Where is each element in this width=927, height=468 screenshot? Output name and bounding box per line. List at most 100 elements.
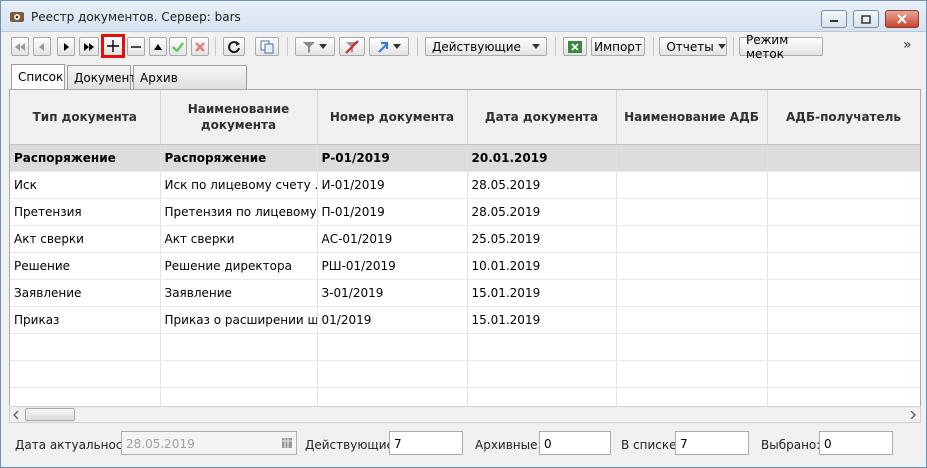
reports-menu-button[interactable]: Отчеты (659, 37, 727, 56)
table-cell: Претензия по лицевому ... (160, 198, 318, 226)
table-cell: Решение директора (160, 252, 318, 280)
tab-document[interactable]: Документ (67, 65, 136, 89)
title-bar[interactable]: Реестр документов. Сервер: bars (1, 1, 926, 32)
last-icon (84, 42, 94, 51)
checkmark-icon (172, 41, 184, 52)
status-filter-select[interactable]: Действующие (425, 37, 547, 56)
plus-icon (107, 40, 119, 52)
status-bar: Дата актуальности 28.05.2019 Действующие… (9, 429, 921, 459)
tab-document-archive[interactable]: Архив документов (133, 65, 247, 99)
table-cell (767, 306, 920, 334)
table-cell (616, 225, 768, 253)
close-icon (897, 14, 907, 24)
table-row[interactable]: Заявление Заявление З-01/2019 15.01.2019 (10, 279, 920, 307)
scroll-thumb[interactable] (25, 408, 75, 421)
column-header-adb-recipient[interactable]: АДБ-получатель (767, 90, 920, 145)
table-row[interactable]: Иск Иск по лицевому счету ... И-01/2019 … (10, 171, 920, 199)
table-cell: Иск (10, 171, 161, 199)
sort-button[interactable] (369, 37, 409, 56)
table-cell: Претензия (10, 198, 161, 226)
mark-mode-button[interactable]: Режим меток (739, 33, 823, 61)
date-actuality-value: 28.05.2019 (126, 437, 195, 451)
toolbar: Действующие Импорт Отчеты Режим меток » (7, 33, 920, 61)
table-cell: 20.01.2019 (467, 144, 617, 172)
copy-button[interactable] (255, 37, 279, 56)
filter-button[interactable] (295, 37, 335, 56)
table-cell: З-01/2019 (317, 279, 468, 307)
table-row[interactable]: Приказ Приказ о расширении шт... 01/2019… (10, 306, 920, 334)
archived-count-field: 0 (539, 431, 611, 455)
table-cell: РШ-01/2019 (317, 252, 468, 280)
previous-record-button[interactable] (33, 37, 51, 56)
cancel-button[interactable] (191, 37, 209, 56)
tab-list[interactable]: Список (11, 64, 65, 90)
minimize-icon (830, 20, 838, 22)
reports-label: Отчеты (666, 39, 714, 54)
column-header-doc-name[interactable]: Наименование документа (160, 90, 318, 145)
next-record-button[interactable] (57, 37, 75, 56)
column-header-adb-name[interactable]: Наименование АДБ (616, 90, 768, 145)
table-cell: Заявление (160, 279, 318, 307)
scroll-left-icon[interactable] (13, 411, 19, 419)
table-cell: П-01/2019 (317, 198, 468, 226)
table-cell: 28.05.2019 (467, 171, 617, 199)
in-list-count-label: В списке: (621, 438, 681, 452)
minimize-button[interactable] (821, 10, 847, 28)
cross-icon (195, 41, 205, 52)
table-cell: Акт сверки (160, 225, 318, 253)
table-header-row: Тип документа Наименование документа Ном… (10, 90, 920, 145)
table-cell: 15.01.2019 (467, 306, 617, 334)
delete-record-button[interactable] (127, 37, 145, 56)
selected-count-field: 0 (819, 431, 893, 455)
horizontal-scrollbar[interactable] (9, 406, 921, 423)
table-cell: АС-01/2019 (317, 225, 468, 253)
excel-icon (568, 40, 582, 53)
arrow-up-right-icon (378, 41, 389, 53)
table-cell (767, 225, 920, 253)
close-button[interactable] (885, 10, 919, 28)
table-cell (767, 252, 920, 280)
documents-table: Тип документа Наименование документа Ном… (10, 90, 920, 415)
column-header-doc-type[interactable]: Тип документа (10, 90, 161, 145)
table-cell: Заявление (10, 279, 161, 307)
scroll-right-icon[interactable] (910, 411, 916, 419)
apply-button[interactable] (169, 37, 187, 56)
table-cell: 10.01.2019 (467, 252, 617, 280)
mark-mode-label: Режим меток (746, 32, 789, 61)
maximize-icon (861, 14, 871, 24)
table-cell (767, 144, 920, 172)
table-row[interactable]: Решение Решение директора РШ-01/2019 10.… (10, 252, 920, 280)
date-actuality-field: 28.05.2019 (121, 431, 297, 455)
column-header-doc-number[interactable]: Номер документа (317, 90, 468, 145)
import-button[interactable]: Импорт (591, 37, 645, 56)
clear-filter-button[interactable] (339, 37, 365, 56)
table-cell: 25.05.2019 (467, 225, 617, 253)
table-cell (616, 306, 768, 334)
selected-count-label: Выбрано: (761, 438, 821, 452)
chevron-down-icon (717, 44, 726, 49)
clear-filter-icon (345, 39, 359, 54)
tab-label: Документ (74, 71, 137, 85)
table-row[interactable]: Акт сверки Акт сверки АС-01/2019 25.05.2… (10, 225, 920, 253)
toolbar-overflow-button[interactable]: » (903, 37, 912, 53)
archived-count-label: Архивные: (475, 438, 542, 452)
in-list-count-field: 7 (675, 431, 749, 455)
calendar-icon (282, 438, 292, 448)
edit-record-button[interactable] (149, 37, 167, 56)
minus-icon (131, 45, 141, 48)
table-cell: 01/2019 (317, 306, 468, 334)
add-record-button[interactable] (101, 34, 125, 58)
documents-table-panel: Тип документа Наименование документа Ном… (9, 89, 921, 423)
table-row[interactable]: Претензия Претензия по лицевому ... П-01… (10, 198, 920, 226)
excel-export-button[interactable] (563, 37, 587, 56)
refresh-button[interactable] (223, 37, 245, 56)
table-cell: Приказ о расширении шт... (160, 306, 318, 334)
table-row[interactable]: Распоряжение Распоряжение Р-01/2019 20.0… (10, 144, 920, 172)
maximize-button[interactable] (853, 10, 879, 28)
last-record-button[interactable] (79, 37, 99, 56)
table-cell (616, 171, 768, 199)
column-header-doc-date[interactable]: Дата документа (467, 90, 617, 145)
table-cell: 28.05.2019 (467, 198, 617, 226)
table-cell: Иск по лицевому счету ... (160, 171, 318, 199)
first-record-button[interactable] (11, 37, 29, 56)
